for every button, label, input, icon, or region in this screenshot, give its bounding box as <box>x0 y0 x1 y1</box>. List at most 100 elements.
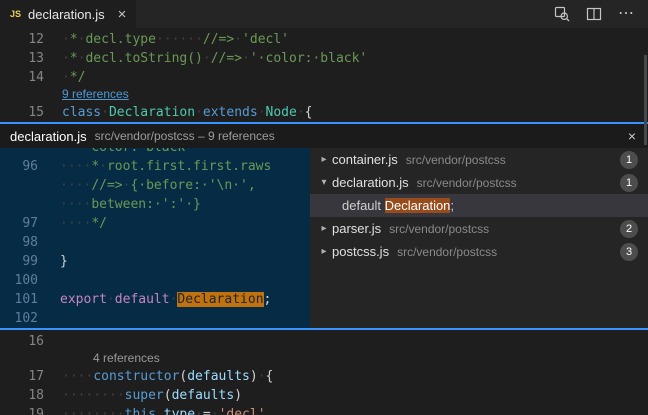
code-line[interactable]: 98 <box>0 233 310 252</box>
result-file-parser-js[interactable]: ▸ parser.js src/vendor/postcss 2 <box>310 217 648 240</box>
reference-snippet: default Declaration; <box>316 198 454 213</box>
reference-match-highlight: Declaration <box>385 198 451 213</box>
codelens-row: 4 references <box>0 351 648 367</box>
code-text: class·Declaration·extends·Node·{ <box>44 103 312 122</box>
javascript-file-icon: JS <box>10 9 21 19</box>
search-icon[interactable] <box>554 6 570 22</box>
line-number: 16 <box>0 332 44 351</box>
result-file-name: container.js <box>332 152 398 167</box>
code-text: ····constructor(defaults)·{ <box>44 367 273 386</box>
line-number: 97 <box>0 214 38 233</box>
code-text: ····//=>·{·before:·'\n·', <box>38 176 256 195</box>
code-line[interactable]: ····between:·':'·} <box>0 195 310 214</box>
peek-references-widget: declaration.js src/vendor/postcss – 9 re… <box>0 122 648 330</box>
line-number: 18 <box>0 386 44 405</box>
clipped-code-line: ····color:·black' <box>0 148 310 157</box>
code-line[interactable]: ····//=>·{·before:·'\n·', <box>0 176 310 195</box>
line-number <box>0 195 38 214</box>
code-text: } <box>38 252 68 271</box>
code-line[interactable]: 97 ····*/ <box>0 214 310 233</box>
line-number: 101 <box>0 290 38 309</box>
line-number: 14 <box>0 68 44 87</box>
codelens-row: 9 references <box>0 87 648 103</box>
chevron-down-icon[interactable]: ▾ <box>316 177 332 188</box>
result-file-path: src/vendor/postcss <box>417 176 620 190</box>
code-line[interactable]: 16 <box>0 332 648 351</box>
close-icon[interactable]: × <box>626 128 638 144</box>
codelens-references-link[interactable]: 4 references <box>93 351 160 367</box>
result-reference-default-declaration[interactable]: default Declaration; <box>310 194 648 217</box>
tab-declaration-js[interactable]: JS declaration.js × <box>0 0 136 28</box>
line-number: 102 <box>0 309 38 328</box>
code-text <box>38 309 60 328</box>
codelens-references-link[interactable]: 9 references <box>62 87 129 103</box>
reference-count-badge: 1 <box>620 151 638 169</box>
result-file-path: src/vendor/postcss <box>406 153 620 167</box>
code-text: export·default·Declaration; <box>38 290 271 309</box>
code-line[interactable]: 15 class·Declaration·extends·Node·{ <box>0 103 648 122</box>
code-text: ····*/ <box>38 214 107 233</box>
line-number: 13 <box>0 49 44 68</box>
code-line[interactable]: 13 ·*·decl.toString()·//=>·'·color:·blac… <box>0 49 648 68</box>
editor-scrollbar[interactable] <box>644 55 647 145</box>
code-line[interactable]: 96 ····*·root.first.first.raws <box>0 157 310 176</box>
peek-editor[interactable]: ····color:·black' 96 ····*·root.first.fi… <box>0 148 310 328</box>
result-file-container-js[interactable]: ▸ container.js src/vendor/postcss 1 <box>310 148 648 171</box>
reference-count-badge: 2 <box>620 220 638 238</box>
result-file-path: src/vendor/postcss <box>389 222 620 236</box>
code-text: ·*/ <box>44 68 85 87</box>
peek-subtitle: src/vendor/postcss – 9 references <box>95 129 618 143</box>
editor-title-actions: ⋯ <box>540 0 648 28</box>
code-text: ····between:·':'·} <box>38 195 201 214</box>
line-number: 12 <box>0 30 44 49</box>
tab-label: declaration.js <box>28 7 105 22</box>
result-file-declaration-js[interactable]: ▾ declaration.js src/vendor/postcss 1 <box>310 171 648 194</box>
code-line[interactable]: 99 } <box>0 252 310 271</box>
chevron-right-icon[interactable]: ▸ <box>316 223 332 234</box>
code-text: ····color:·black' <box>38 148 193 157</box>
code-text: ·*·decl.toString()·//=>·'·color:·black' <box>44 49 367 68</box>
line-number: 98 <box>0 233 38 252</box>
line-number: 17 <box>0 367 44 386</box>
line-number: 96 <box>0 157 38 176</box>
reference-count-badge: 1 <box>620 174 638 192</box>
editor-bottom: 16 4 references 17 ····constructor(defau… <box>0 330 648 415</box>
line-number <box>0 176 38 195</box>
result-file-name: parser.js <box>332 221 381 236</box>
tab-bar: JS declaration.js × ⋯ <box>0 0 648 28</box>
code-text <box>38 271 60 290</box>
code-line[interactable]: 12 ·*·decl.type······//=>·'decl' <box>0 30 648 49</box>
result-file-name: declaration.js <box>332 175 409 190</box>
code-line-reference-match[interactable]: 101 export·default·Declaration; <box>0 290 310 309</box>
code-line[interactable]: 19 ········this.type·=·'decl' <box>0 405 648 415</box>
line-number: 15 <box>0 103 44 122</box>
code-text: ·*·decl.type······//=>·'decl' <box>44 30 289 49</box>
chevron-right-icon[interactable]: ▸ <box>316 154 332 165</box>
line-number: 100 <box>0 271 38 290</box>
vscode-window: JS declaration.js × ⋯ <box>0 0 648 415</box>
code-text: ····*·root.first.first.raws <box>38 157 271 176</box>
code-text <box>38 233 60 252</box>
code-line[interactable]: 100 <box>0 271 310 290</box>
line-number: 99 <box>0 252 38 271</box>
reference-count-badge: 3 <box>620 243 638 261</box>
split-editor-icon[interactable] <box>586 6 602 22</box>
peek-body: ····color:·black' 96 ····*·root.first.fi… <box>0 148 648 328</box>
chevron-right-icon[interactable]: ▸ <box>316 246 332 257</box>
code-line[interactable]: 18 ········super(defaults) <box>0 386 648 405</box>
code-text: ········super(defaults) <box>44 386 242 405</box>
tab-close-icon[interactable]: × <box>118 7 127 22</box>
peek-results-tree: ▸ container.js src/vendor/postcss 1 ▾ de… <box>310 148 648 328</box>
result-file-postcss-js[interactable]: ▸ postcss.js src/vendor/postcss 3 <box>310 240 648 263</box>
line-number: 19 <box>0 405 44 415</box>
more-actions-icon[interactable]: ⋯ <box>618 6 634 22</box>
code-line[interactable]: 102 <box>0 309 310 328</box>
result-file-name: postcss.js <box>332 244 389 259</box>
peek-title: declaration.js <box>10 129 87 144</box>
editor-top: 12 ·*·decl.type······//=>·'decl' 13 ·*·d… <box>0 28 648 122</box>
peek-header: declaration.js src/vendor/postcss – 9 re… <box>0 124 648 148</box>
code-text <box>44 332 62 351</box>
code-line[interactable]: 17 ····constructor(defaults)·{ <box>0 367 648 386</box>
result-file-path: src/vendor/postcss <box>397 245 620 259</box>
code-line[interactable]: 14 ·*/ <box>0 68 648 87</box>
